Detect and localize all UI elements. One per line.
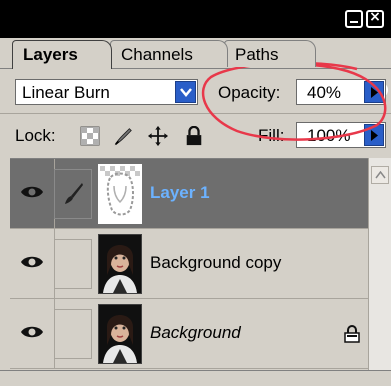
layer-thumbnail — [98, 304, 142, 364]
panel-bottom-bar — [0, 370, 391, 386]
close-icon: × — [369, 9, 381, 25]
layer-link-cell[interactable] — [54, 239, 92, 289]
tab-paths[interactable]: Paths — [224, 40, 316, 67]
fill-input[interactable]: 100% — [296, 122, 386, 148]
opacity-input[interactable]: 40% — [296, 79, 386, 105]
fill-slider-button[interactable] — [364, 124, 384, 146]
lock-position-icon[interactable] — [148, 126, 168, 146]
close-button[interactable]: × — [366, 9, 384, 28]
layer-list-scrollbar[interactable] — [368, 158, 391, 370]
layer-thumbnail — [98, 164, 142, 224]
fill-label: Fill: — [258, 126, 285, 145]
layer-name[interactable]: Layer 1 — [150, 183, 210, 203]
layer-link-cell[interactable] — [54, 309, 92, 359]
paintbrush-icon — [65, 183, 83, 204]
layer-row-layer-1[interactable]: Layer 1 — [10, 159, 368, 229]
layers-panel: × Layers Channels Paths › Linear Burn Op… — [0, 0, 391, 386]
panel-tabs: Layers Channels Paths › — [0, 38, 391, 98]
opacity-label: Opacity: — [218, 83, 281, 102]
triangle-right-icon — [371, 130, 378, 141]
panel-title-bar: × — [0, 0, 391, 38]
blend-mode-select[interactable]: Linear Burn — [15, 79, 198, 105]
chevron-up-icon — [375, 171, 386, 179]
lock-label: Lock: — [15, 126, 56, 145]
opacity-slider-button[interactable] — [364, 81, 384, 103]
layer-row-background-copy[interactable]: Background copy — [10, 229, 368, 299]
lock-image-pixels-icon[interactable] — [113, 126, 133, 146]
eye-icon — [21, 186, 43, 198]
layer-visibility-toggle[interactable] — [10, 159, 55, 228]
layer-row-background[interactable]: Background — [10, 299, 368, 369]
blend-row: Linear Burn Opacity: 40% — [0, 69, 391, 113]
minimize-button[interactable] — [345, 10, 363, 28]
chevron-down-icon — [180, 88, 192, 97]
layer-name[interactable]: Background copy — [150, 253, 281, 273]
blend-mode-value: Linear Burn — [22, 83, 110, 102]
lock-transparent-pixels-icon[interactable] — [80, 126, 100, 146]
blend-mode-dropdown-button[interactable] — [175, 81, 196, 103]
fill-value: 100% — [307, 126, 351, 145]
lock-row: Lock: Fill: 100% — [0, 113, 391, 156]
triangle-right-icon — [371, 87, 378, 98]
opacity-value: 40% — [307, 83, 342, 102]
layer-name[interactable]: Background — [150, 323, 241, 343]
lock-all-icon[interactable] — [184, 126, 204, 146]
layer-list: Layer 1 Background copy Background — [10, 158, 368, 371]
scroll-up-button[interactable] — [371, 166, 389, 184]
layer-link-cell[interactable] — [54, 169, 92, 219]
lock-icon — [344, 325, 360, 343]
tab-layers[interactable]: Layers — [12, 40, 112, 69]
eye-icon — [21, 326, 43, 338]
layer-thumbnail — [98, 234, 142, 294]
layer-visibility-toggle[interactable] — [10, 229, 55, 298]
eye-icon — [21, 256, 43, 268]
tab-channels[interactable]: Channels — [110, 40, 228, 67]
layer-visibility-toggle[interactable] — [10, 299, 55, 368]
